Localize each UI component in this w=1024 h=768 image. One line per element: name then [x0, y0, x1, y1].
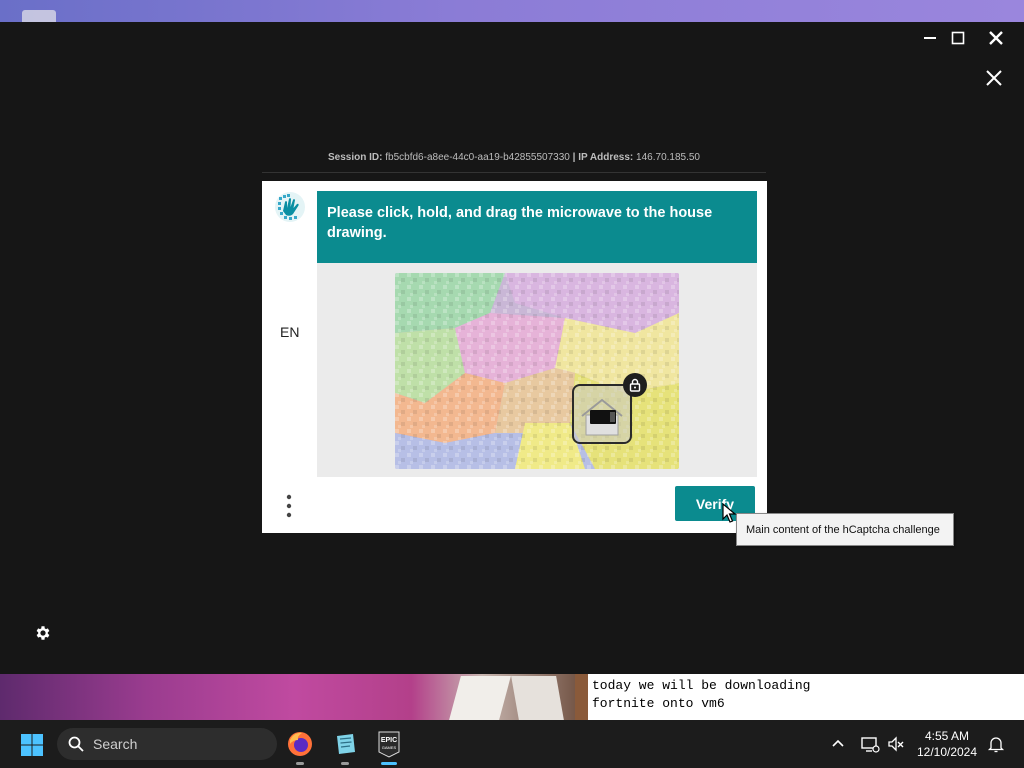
search-icon: [68, 736, 84, 752]
challenge-task-area: [317, 263, 757, 477]
desktop-background-strip: [0, 0, 1024, 22]
clock-time: 4:55 AM: [924, 729, 970, 743]
chat-line: fortnite onto vm6: [592, 696, 725, 711]
mouse-cursor-icon: [722, 502, 738, 525]
taskbar-search-box[interactable]: Search: [57, 728, 277, 760]
divider: [262, 172, 766, 173]
epic-games-icon[interactable]: EPIC GAMES: [375, 730, 403, 758]
session-id-value: fb5cbfd6-a8ee-44c0-aa19-b42855507330: [385, 152, 570, 163]
more-options-icon[interactable]: [284, 493, 294, 521]
lock-icon: [623, 373, 647, 397]
system-clock[interactable]: 4:55 AM 12/10/2024: [912, 728, 982, 760]
taskbar: Search EPIC GAMES 4:55 AM 12/10/2024: [0, 720, 1024, 768]
firefox-icon[interactable]: [286, 730, 314, 758]
minimize-icon[interactable]: [918, 28, 942, 48]
desktop-folder-icon[interactable]: [22, 10, 56, 22]
search-placeholder: Search: [93, 736, 138, 752]
svg-text:GAMES: GAMES: [382, 745, 397, 750]
session-info: Session ID: fb5cbfd6-a8ee-44c0-aa19-b428…: [262, 152, 766, 163]
dialog-close-icon[interactable]: [982, 66, 1006, 90]
chevron-up-icon[interactable]: [828, 734, 848, 754]
session-separator: |: [572, 152, 576, 163]
ip-address-value: 146.70.185.50: [636, 152, 700, 163]
chat-line: today we will be downloading: [592, 678, 811, 693]
maximize-icon[interactable]: [946, 28, 970, 48]
svg-text:EPIC: EPIC: [381, 737, 397, 744]
running-indicator: [341, 762, 349, 765]
tooltip: Main content of the hCaptcha challenge: [736, 513, 954, 546]
windows-start-icon[interactable]: [20, 733, 44, 757]
microwave-drag-item[interactable]: [572, 384, 632, 444]
running-indicator: [296, 762, 304, 765]
session-id-label: Session ID:: [328, 152, 383, 163]
notification-bell-icon[interactable]: [986, 734, 1006, 754]
clock-date: 12/10/2024: [916, 745, 978, 759]
ip-address-label: IP Address:: [578, 152, 634, 163]
window-close-icon[interactable]: [984, 28, 1008, 48]
hcaptcha-challenge: EN Please click, hold, and drag the micr…: [262, 181, 767, 533]
network-icon[interactable]: [860, 734, 880, 754]
active-indicator: [381, 762, 397, 765]
settings-gear-icon[interactable]: [34, 624, 52, 642]
hcaptcha-logo-icon: [274, 191, 306, 223]
language-selector[interactable]: EN: [280, 324, 299, 340]
stream-video-preview: [0, 674, 588, 720]
app-window: Session ID: fb5cbfd6-a8ee-44c0-aa19-b428…: [0, 22, 1024, 674]
stream-chat-overlay: today we will be downloading fortnite on…: [588, 674, 1024, 720]
volume-muted-icon[interactable]: [886, 734, 906, 754]
challenge-prompt: Please click, hold, and drag the microwa…: [317, 191, 757, 263]
notes-icon[interactable]: [331, 730, 359, 758]
challenge-canvas-image[interactable]: [395, 273, 679, 469]
